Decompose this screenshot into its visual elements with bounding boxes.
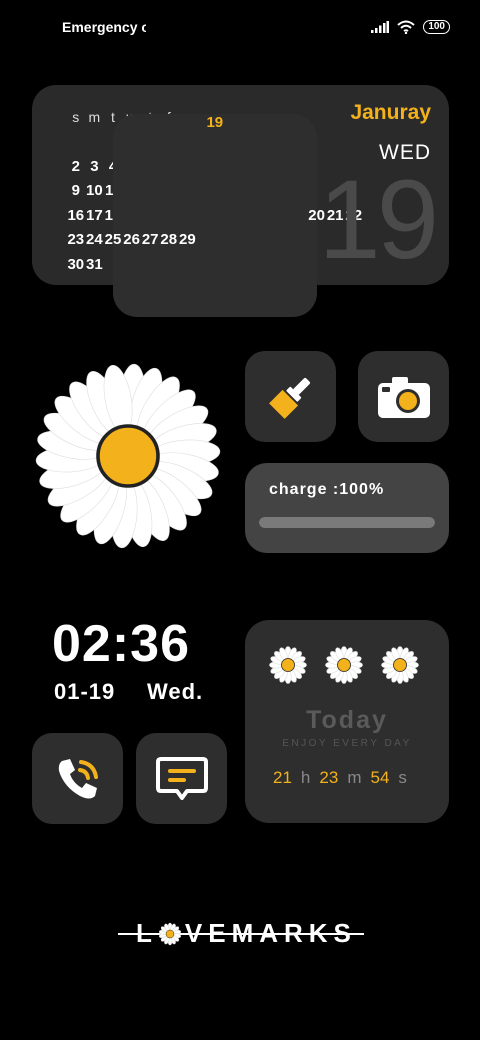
countdown-hours: 21	[273, 768, 292, 787]
messages-app-button[interactable]	[136, 733, 227, 824]
status-carrier: Emergency c	[62, 19, 146, 35]
today-countdown-widget[interactable]: Today ENJOY EVERY DAY 21 h 23 m 54 s	[245, 620, 449, 823]
calendar-day-today[interactable]: 19	[112, 113, 317, 317]
daisy-flower-image[interactable]	[30, 358, 226, 554]
countdown-minutes: 23	[319, 768, 339, 787]
daisy-icon	[269, 646, 307, 684]
battery-progress-track	[259, 517, 435, 528]
cleaner-app-button[interactable]	[245, 351, 336, 442]
battery-widget[interactable]: charge :100%	[245, 463, 449, 553]
logo-text-end: VEMARKS	[184, 918, 357, 948]
calendar-widget[interactable]: smtwtfs123456789101112131415161718192021…	[32, 85, 449, 317]
phone-app-button[interactable]	[32, 733, 123, 824]
logo-text: L VEMARKS	[136, 918, 357, 949]
clock-weekday: Wed.	[147, 679, 204, 704]
daisy-icon	[381, 646, 419, 684]
calendar-day-number: 19	[318, 157, 439, 282]
clock-date: 01-19	[54, 679, 116, 704]
daisy-icon	[158, 922, 181, 945]
daisy-icon	[35, 363, 221, 549]
battery-indicator: 100	[423, 20, 450, 34]
wifi-icon	[397, 20, 415, 34]
signal-icon	[371, 21, 390, 33]
today-title: Today	[306, 706, 388, 734]
logo-text-start: L	[136, 918, 158, 948]
calendar-day[interactable]: 31	[76, 256, 114, 273]
camera-app-button[interactable]	[358, 351, 449, 442]
battery-label: charge :100%	[269, 481, 384, 499]
countdown: 21 h 23 m 54 s	[273, 768, 416, 788]
mini-daisy-row	[267, 644, 421, 686]
countdown-seconds: 54	[370, 768, 390, 787]
countdown-hours-unit: h	[300, 768, 311, 787]
broom-icon	[268, 377, 310, 419]
today-subtitle: ENJOY EVERY DAY	[282, 738, 412, 749]
countdown-seconds-unit: s	[398, 768, 407, 787]
charge-label: charge	[269, 481, 328, 498]
message-icon	[155, 756, 208, 800]
clock-time[interactable]: 02:36	[52, 614, 190, 674]
phone-icon	[58, 758, 98, 798]
lovemarks-logo: L VEMARKS	[118, 916, 364, 952]
calendar-day[interactable]: 29	[169, 231, 207, 248]
daisy-icon	[325, 646, 363, 684]
status-icons: 100	[371, 20, 450, 34]
camera-icon	[377, 376, 430, 418]
charge-value: :100%	[332, 481, 385, 498]
battery-progress-fill	[259, 517, 435, 528]
calendar-month: Januray	[350, 101, 431, 124]
countdown-minutes-unit: m	[347, 768, 362, 787]
